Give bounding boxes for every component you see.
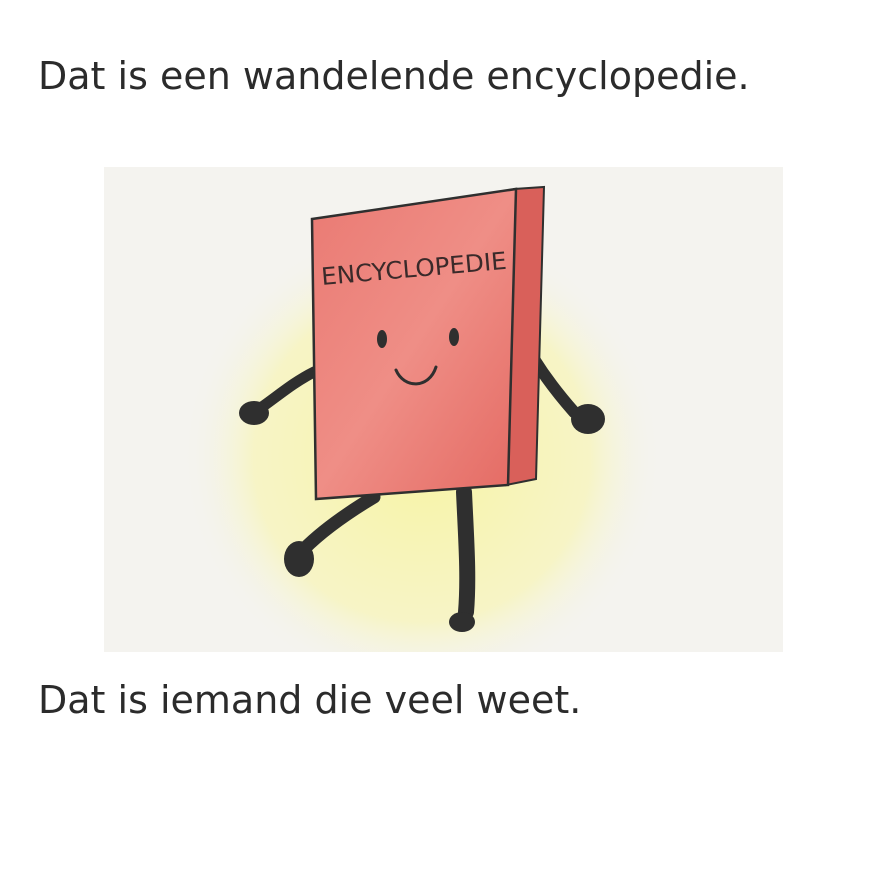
book-cover (310, 187, 518, 501)
headline-text: Dat is een wandelende encyclopedie. (38, 54, 750, 98)
left-eye (377, 330, 387, 348)
walking-encyclopedia-illustration: ENCYCLOPEDIE (104, 167, 783, 652)
right-foot (449, 612, 475, 632)
right-eye (449, 328, 459, 346)
left-foot (284, 541, 314, 577)
caption-text: Dat is iemand die veel weet. (38, 678, 582, 722)
right-hand (571, 404, 605, 434)
walking-encyclopedia-drawing: ENCYCLOPEDIE (104, 167, 783, 652)
left-hand (239, 401, 269, 425)
right-leg (456, 484, 476, 620)
